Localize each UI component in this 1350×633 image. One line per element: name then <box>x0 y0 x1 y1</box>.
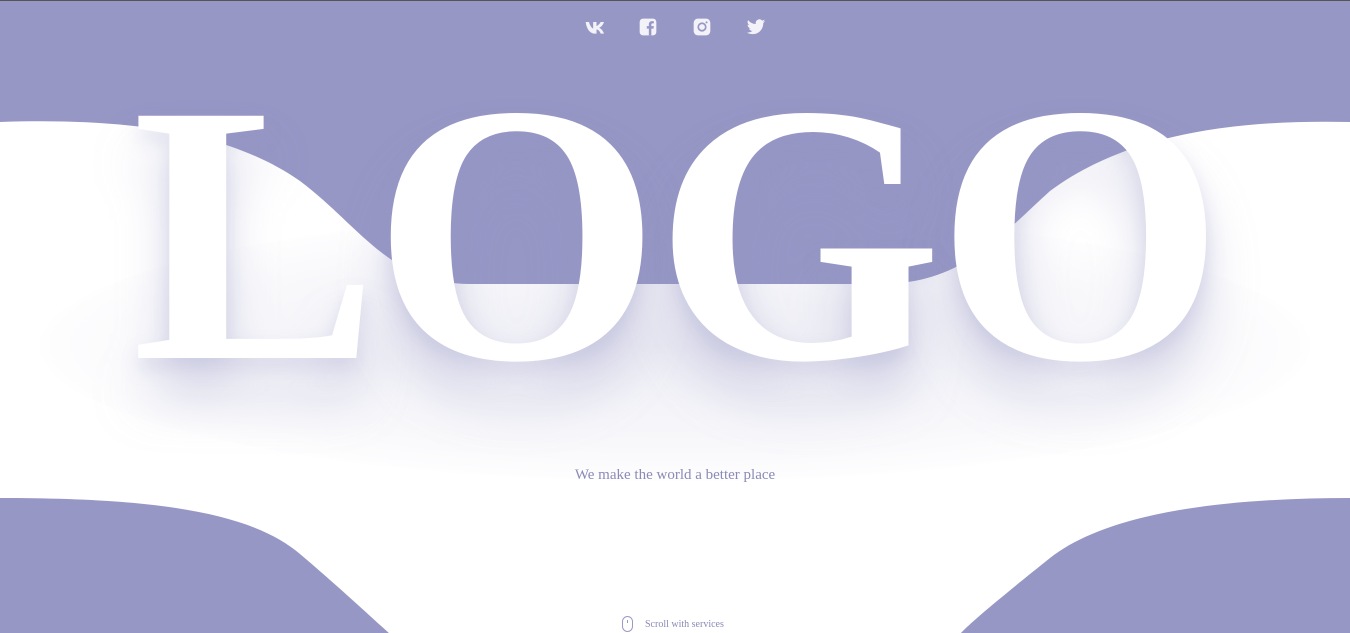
scroll-hint[interactable]: Scroll with services <box>622 616 724 632</box>
mouse-scroll-icon <box>622 616 633 632</box>
logo-text: LOGO <box>131 29 1224 439</box>
scroll-label: Scroll with services <box>645 618 724 630</box>
landing-page: LOGO We make the world a better place Sc… <box>0 0 1350 633</box>
tagline: We make the world a better place <box>574 467 776 483</box>
